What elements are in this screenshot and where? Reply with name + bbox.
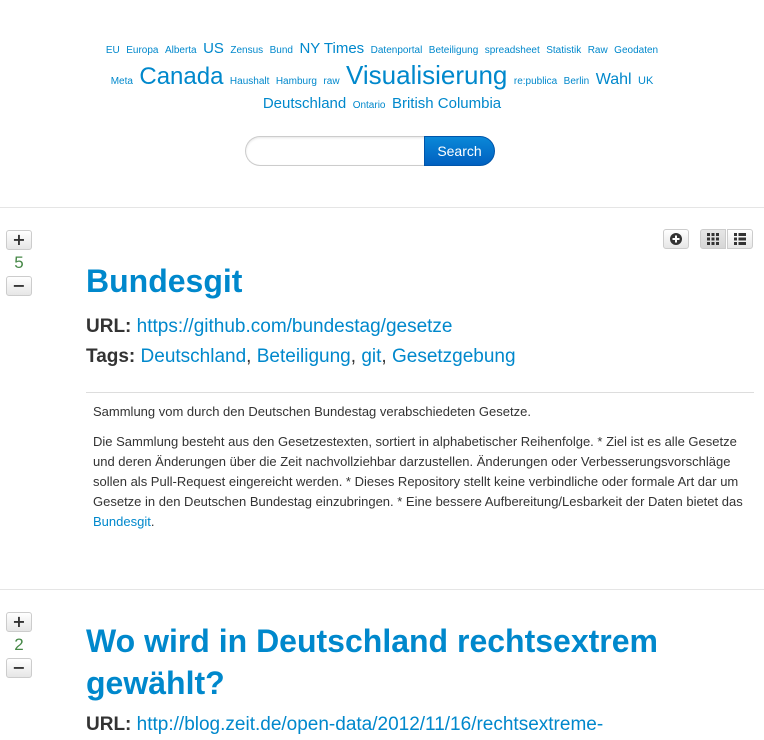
tag-cloud-link[interactable]: Meta [111, 76, 133, 87]
downvote-button[interactable]: − [6, 658, 32, 678]
search-input[interactable] [245, 136, 442, 166]
tag-cloud-link[interactable]: re:publica [514, 76, 557, 87]
tag-cloud-link[interactable]: Zensus [230, 45, 263, 56]
tag-cloud-link[interactable]: Haushalt [230, 76, 269, 87]
description-summary: Sammlung vom durch den Deutschen Bundest… [93, 404, 531, 419]
upvote-button[interactable]: + [6, 230, 32, 250]
description-end: . [150, 514, 155, 529]
list-view-button[interactable] [727, 229, 753, 249]
divider [0, 589, 764, 590]
tag-separator: , [246, 346, 252, 367]
entry-title[interactable]: Bundesgit [86, 260, 726, 302]
grid-icon [707, 233, 719, 245]
entry-description: Sammlung vom durch den Deutschen Bundest… [86, 392, 754, 542]
tag-link[interactable]: Gesetzgebung [392, 346, 516, 367]
tag-cloud: EU Europa Alberta US Zensus Bund NY Time… [0, 38, 764, 117]
tag-cloud-link[interactable]: UK [638, 75, 653, 87]
tag-cloud-link[interactable]: Datenportal [371, 45, 423, 56]
vote-count: 2 [14, 635, 24, 654]
tag-cloud-link[interactable]: raw [323, 76, 339, 87]
vote-widget: + 5 − [6, 230, 34, 296]
divider [0, 207, 764, 208]
description-link[interactable]: Bundesgit [93, 514, 151, 529]
tag-separator: , [350, 346, 357, 367]
tag-cloud-link[interactable]: Statistik [546, 45, 581, 56]
tag-cloud-link[interactable]: Alberta [165, 45, 197, 56]
entry-tags: Tags: Deutschland, Beteiligung, git, Ges… [86, 342, 516, 372]
description-body: Die Sammlung besteht aus den Gesetzestex… [93, 432, 754, 532]
url-link[interactable]: https://github.com/bundestag/gesetze [137, 316, 453, 337]
tag-cloud-row: Deutschland Ontario British Columbia [0, 93, 764, 117]
url-link[interactable]: http://blog.zeit.de/open-data/2012/11/16… [137, 714, 604, 735]
tag-cloud-link[interactable]: British Columbia [392, 95, 501, 112]
plus-circle-icon [670, 233, 682, 245]
tag-cloud-link[interactable]: Geodaten [614, 45, 658, 56]
tag-cloud-link[interactable]: Deutschland [263, 95, 346, 112]
list-icon [734, 233, 746, 245]
tag-cloud-link[interactable]: Europa [126, 45, 158, 56]
tag-cloud-link[interactable]: spreadsheet [485, 45, 540, 56]
tag-cloud-link[interactable]: Wahl [596, 71, 632, 88]
tag-cloud-link[interactable]: Berlin [564, 76, 590, 87]
entry-url: URL: https://github.com/bundestag/gesetz… [86, 312, 453, 342]
tag-cloud-link[interactable]: Bund [270, 45, 293, 56]
search-form: Search [245, 136, 495, 166]
entry-url: URL: http://blog.zeit.de/open-data/2012/… [86, 710, 603, 740]
entry-title-link[interactable]: Wo wird in Deutschland rechtsextrem gewä… [86, 623, 658, 701]
tag-link[interactable]: git [361, 346, 381, 367]
entry-title-link[interactable]: Bundesgit [86, 263, 242, 299]
tag-cloud-link[interactable]: Beteiligung [429, 45, 478, 56]
downvote-button[interactable]: − [6, 276, 32, 296]
tag-cloud-link[interactable]: Canada [139, 63, 223, 90]
tag-cloud-link[interactable]: Hamburg [276, 76, 317, 87]
tag-link[interactable]: Deutschland [141, 346, 247, 367]
tag-cloud-link[interactable]: NY Times [299, 40, 364, 57]
tag-separator: , [381, 346, 387, 367]
tag-cloud-link[interactable]: Visualisierung [346, 60, 507, 90]
tag-cloud-row: EU Europa Alberta US Zensus Bund NY Time… [0, 38, 764, 62]
tag-cloud-link[interactable]: Raw [588, 45, 608, 56]
url-label: URL: [86, 316, 132, 337]
tag-cloud-link[interactable]: US [203, 40, 224, 57]
tag-cloud-link[interactable]: EU [106, 45, 120, 56]
tag-link[interactable]: Beteiligung [257, 346, 351, 367]
url-label: URL: [86, 714, 132, 735]
tags-label: Tags: [86, 346, 136, 367]
entry-title[interactable]: Wo wird in Deutschland rechtsextrem gewä… [86, 620, 726, 704]
search-button[interactable]: Search [424, 136, 495, 166]
vote-count: 5 [14, 253, 24, 272]
add-entry-button[interactable] [663, 229, 689, 249]
tag-cloud-link[interactable]: Ontario [353, 100, 386, 111]
upvote-button[interactable]: + [6, 612, 32, 632]
tag-cloud-row: Meta Canada Haushalt Hamburg raw Visuali… [0, 62, 764, 93]
grid-view-button[interactable] [700, 229, 726, 249]
description-text: Die Sammlung besteht aus den Gesetzestex… [93, 434, 743, 509]
vote-widget: + 2 − [6, 612, 34, 678]
